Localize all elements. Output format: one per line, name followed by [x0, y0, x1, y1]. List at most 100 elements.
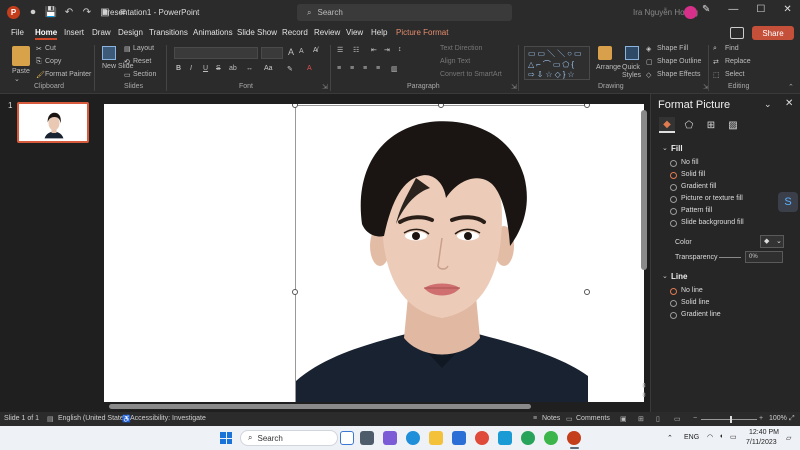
radio-pattern-fill[interactable] — [670, 208, 677, 215]
font-color-icon[interactable]: A — [307, 65, 312, 72]
avatar[interactable] — [684, 6, 697, 19]
font-dialog-launcher-icon[interactable]: ⇲ — [322, 83, 328, 91]
start-button-icon[interactable] — [220, 432, 232, 444]
spelling-icon[interactable]: ▤ — [47, 415, 54, 423]
increase-indent-icon[interactable]: ⇥ — [384, 46, 390, 54]
font-name-select[interactable] — [174, 47, 258, 59]
tab-picture[interactable]: ▨ — [725, 117, 741, 133]
accessibility-status[interactable]: Accessibility: Investigate — [130, 415, 206, 422]
zoom-slider-thumb[interactable] — [730, 416, 732, 423]
teams-chat-icon[interactable] — [383, 431, 397, 445]
option-gradient-line-label[interactable]: Gradient line — [681, 311, 721, 318]
selected-picture[interactable] — [292, 104, 590, 402]
notifications-icon[interactable]: ▱ — [786, 434, 791, 442]
zalo-icon[interactable] — [498, 431, 512, 445]
slide-thumbnail[interactable] — [17, 102, 89, 143]
strikethrough-button[interactable]: S — [216, 65, 221, 72]
zoom-slider[interactable] — [701, 416, 757, 423]
pen-icon[interactable]: ✎ — [702, 4, 710, 15]
wifi-icon[interactable]: ◠ — [707, 433, 713, 441]
close-pane-icon[interactable]: ✕ — [785, 98, 793, 109]
zoom-level[interactable]: 100% — [769, 415, 787, 422]
paste-button[interactable]: Paste — [12, 68, 30, 75]
option-solid-line-label[interactable]: Solid line — [681, 299, 709, 306]
decrease-indent-icon[interactable]: ⇤ — [371, 46, 377, 54]
radio-no-fill[interactable] — [670, 160, 677, 167]
tab-effects[interactable]: ⬠ — [681, 117, 697, 133]
highlight-icon[interactable]: ✎ — [287, 65, 293, 73]
clock-time[interactable]: 12:40 PM — [749, 429, 779, 436]
quick-styles-button[interactable]: Quick Styles — [622, 64, 646, 80]
tab-design[interactable]: Design — [118, 28, 143, 37]
underline-button[interactable]: U — [203, 65, 208, 72]
text-shadow-button[interactable]: ab — [229, 65, 237, 72]
shape-fill-button[interactable]: Shape Fill — [657, 45, 688, 52]
option-solid-fill-label[interactable]: Solid fill — [681, 171, 705, 178]
tab-record[interactable]: Record — [282, 28, 308, 37]
align-left-icon[interactable]: ≡ — [337, 65, 341, 72]
vertical-scrollbar[interactable]: ⇞ ⇟ — [641, 110, 648, 400]
line-spacing-icon[interactable]: ↕ — [398, 46, 402, 53]
slideshow-view-icon[interactable]: ▭ — [674, 415, 681, 423]
collapse-ribbon-icon[interactable]: ⌃ — [788, 83, 794, 91]
radio-gradient-line[interactable] — [670, 312, 677, 319]
close-button[interactable]: ✕ — [783, 4, 791, 15]
select-button[interactable]: Select — [725, 71, 744, 78]
shape-outline-button[interactable]: Shape Outline — [657, 58, 701, 65]
text-direction-button[interactable]: Text Direction — [440, 45, 482, 52]
align-right-icon[interactable]: ≡ — [363, 65, 367, 72]
horizontal-scrollbar[interactable] — [109, 404, 639, 410]
redo-icon[interactable]: ↷ — [80, 5, 94, 19]
tab-animations[interactable]: Animations — [193, 28, 233, 37]
autosave-toggle-icon[interactable]: ⏺ — [26, 5, 40, 19]
option-picture-texture-fill-label[interactable]: Picture or texture fill — [681, 195, 743, 202]
tab-draw[interactable]: Draw — [92, 28, 111, 37]
replace-button[interactable]: Replace — [725, 58, 751, 65]
transparency-input[interactable]: 0% — [745, 251, 783, 263]
radio-solid-fill[interactable] — [670, 172, 677, 179]
tab-insert[interactable]: Insert — [64, 28, 84, 37]
file-explorer-icon[interactable] — [429, 431, 443, 445]
character-spacing-icon[interactable]: ↔ — [246, 65, 253, 72]
tab-picture-format[interactable]: Picture Format — [396, 28, 448, 37]
fit-to-window-icon[interactable]: ⤢ — [789, 415, 795, 423]
edge-icon[interactable] — [406, 431, 420, 445]
tab-file[interactable]: File — [11, 28, 24, 37]
arrange-button[interactable]: Arrange — [596, 64, 621, 71]
store-icon[interactable] — [452, 431, 466, 445]
copilot-icon[interactable]: S — [778, 192, 798, 212]
color-picker-button[interactable]: ◆ ⌄ — [760, 235, 784, 248]
slide-sorter-icon[interactable]: ⊞ — [638, 415, 644, 423]
shapes-gallery[interactable]: ▭▭＼＼○▭ △⌐⌒▭⬠{ ⇨⇩☆◇}☆ — [524, 46, 590, 80]
paragraph-dialog-launcher-icon[interactable]: ⇲ — [511, 83, 517, 91]
tab-review[interactable]: Review — [314, 28, 340, 37]
grow-font-button[interactable]: A — [288, 47, 294, 57]
tab-home[interactable]: Home — [35, 28, 58, 40]
find-button[interactable]: Find — [725, 45, 739, 52]
paste-icon[interactable] — [12, 46, 30, 66]
normal-view-icon[interactable]: ▣ — [620, 415, 627, 423]
save-icon[interactable]: 💾 — [44, 5, 58, 19]
resize-handle-left[interactable] — [292, 289, 298, 295]
change-case-icon[interactable]: Aa — [264, 65, 273, 72]
bold-button[interactable]: B — [176, 65, 181, 72]
align-center-icon[interactable]: ≡ — [350, 65, 354, 72]
font-size-select[interactable] — [261, 47, 283, 59]
align-text-button[interactable]: Align Text — [440, 58, 470, 65]
clock-date[interactable]: 7/11/2023 — [746, 439, 777, 446]
input-language[interactable]: ENG — [684, 434, 699, 441]
bing-icon[interactable] — [340, 431, 354, 445]
fill-section-heading[interactable]: Fill — [671, 144, 683, 153]
radio-solid-line[interactable] — [670, 300, 677, 307]
previous-slide-icon[interactable]: ⇞ — [641, 382, 647, 390]
cut-button[interactable]: Cut — [45, 45, 56, 52]
comments-button[interactable]: Comments — [576, 415, 610, 422]
shrink-font-button[interactable]: A — [299, 48, 304, 55]
search-box[interactable]: ⌕ Search — [297, 4, 512, 21]
radio-gradient-fill[interactable] — [670, 184, 677, 191]
resize-handle-top-right[interactable] — [584, 104, 590, 108]
numbering-icon[interactable]: ☷ — [353, 46, 359, 54]
task-view-icon[interactable] — [360, 431, 374, 445]
line-section-heading[interactable]: Line — [671, 272, 687, 281]
copy-button[interactable]: Copy — [45, 58, 61, 65]
